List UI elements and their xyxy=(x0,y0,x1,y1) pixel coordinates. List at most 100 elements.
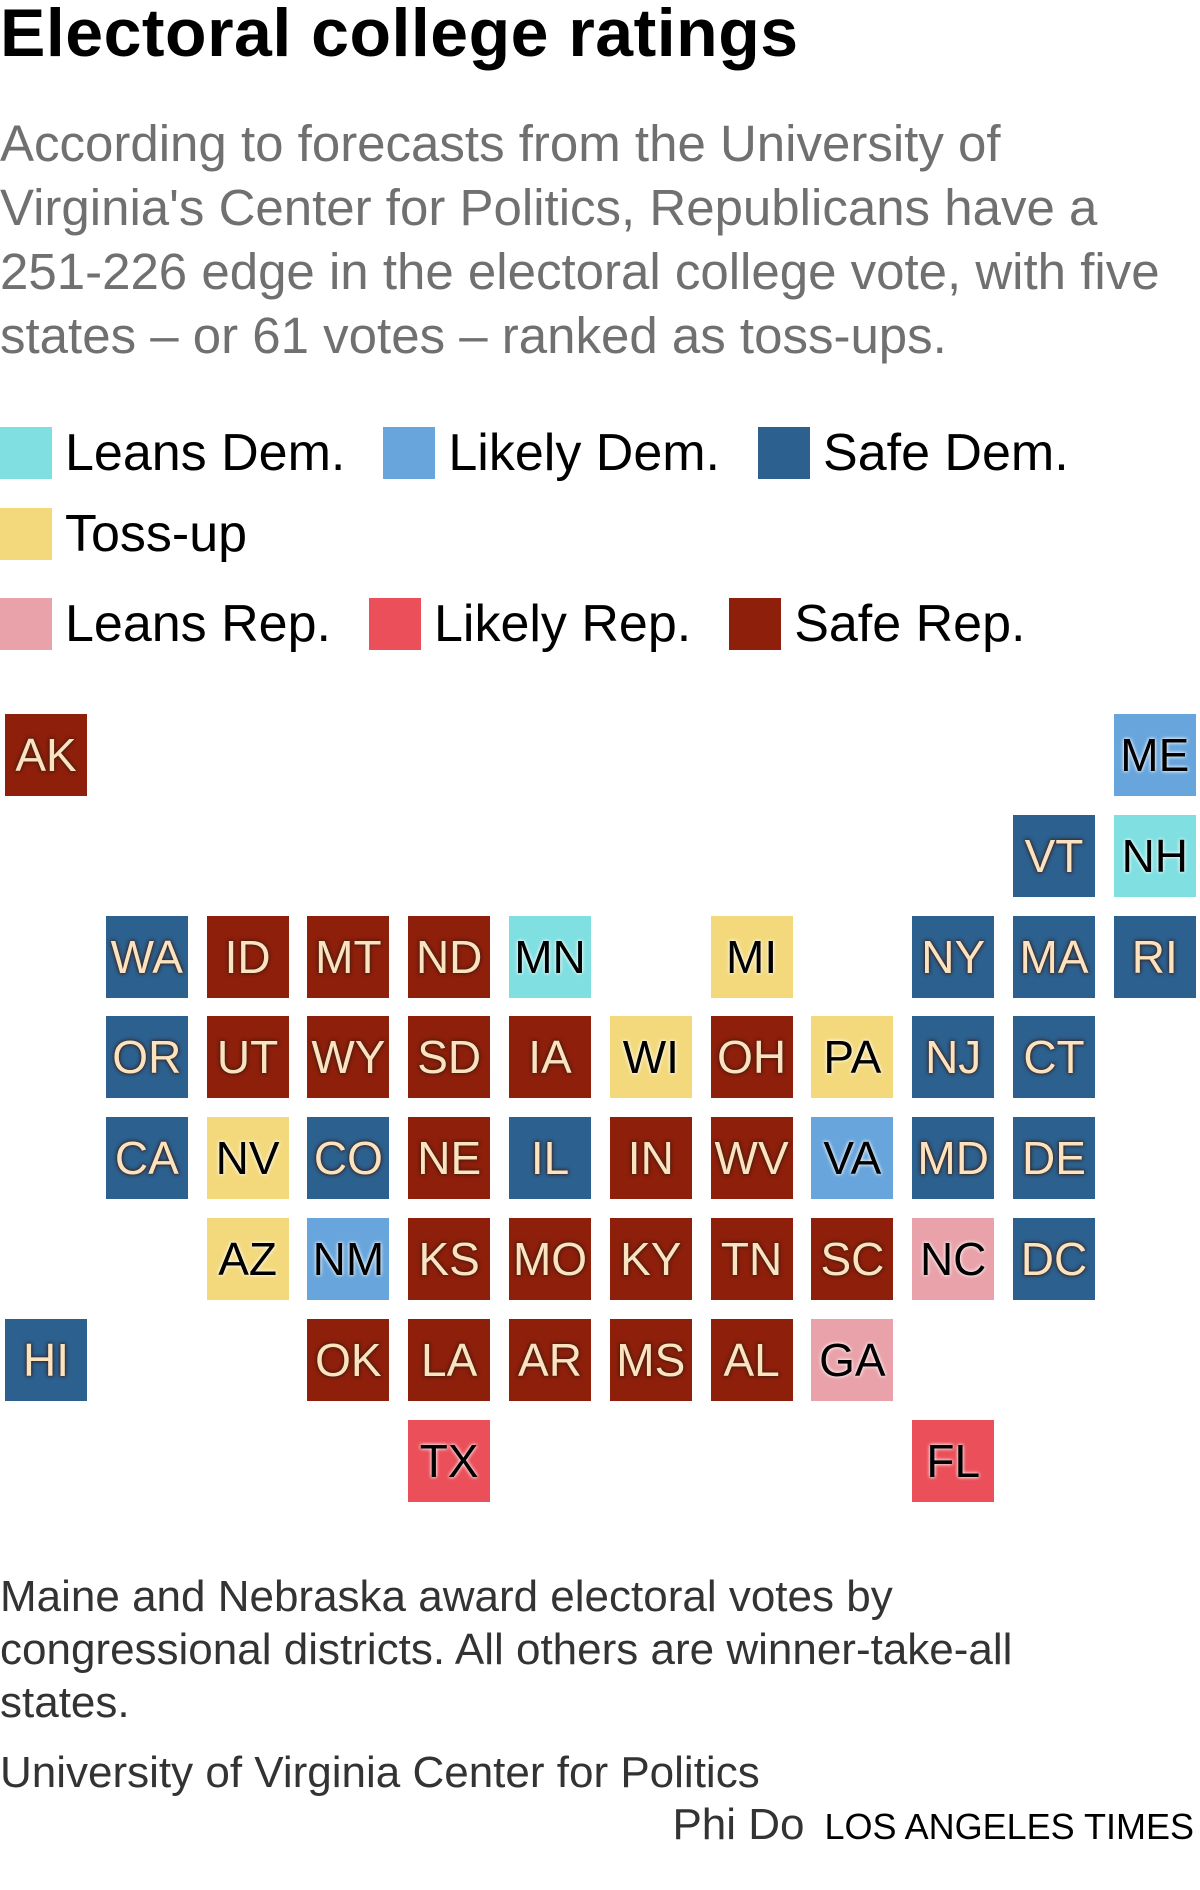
legend-item-likely-dem: Likely Dem. xyxy=(383,423,720,483)
state-tile-wa: WA xyxy=(105,915,188,998)
state-label: CT xyxy=(1023,1031,1085,1084)
state-tile-hi: HI xyxy=(5,1318,87,1401)
state-label: WA xyxy=(110,930,183,983)
state-label: OR xyxy=(112,1031,182,1084)
state-label: ID xyxy=(224,930,271,983)
legend-label: Leans Dem. xyxy=(65,424,346,482)
state-tile-nd: ND xyxy=(408,915,491,998)
state-tile-nv: NV xyxy=(206,1117,289,1200)
state-tile-ca: CA xyxy=(105,1117,188,1200)
state-tile-ia: IA xyxy=(509,1016,591,1099)
state-tile-nc: NC xyxy=(912,1218,995,1300)
state-label: AZ xyxy=(218,1233,277,1285)
legend-swatch xyxy=(0,508,52,560)
state-label: GA xyxy=(819,1333,886,1386)
state-label: NM xyxy=(312,1233,385,1285)
state-label: NV xyxy=(215,1132,280,1185)
state-tile-wi: WI xyxy=(609,1016,692,1099)
state-label: VA xyxy=(823,1132,882,1185)
state-label: TX xyxy=(419,1434,479,1487)
legend-item-leans-rep: Leans Rep. xyxy=(0,594,331,654)
legend-label: Toss-up xyxy=(65,505,248,563)
state-tile-tn: TN xyxy=(710,1218,793,1300)
state-tile-dc: DC xyxy=(1013,1218,1095,1300)
state-label: IA xyxy=(528,1031,572,1084)
state-tile-co: CO xyxy=(307,1117,390,1200)
state-tile-ks: KS xyxy=(408,1218,491,1300)
state-label: VT xyxy=(1024,829,1084,882)
state-tile-ne: NE xyxy=(408,1117,491,1200)
state-label: MS xyxy=(616,1333,686,1386)
state-label: MT xyxy=(315,930,382,983)
state-label: OH xyxy=(717,1031,787,1084)
state-label: NJ xyxy=(925,1031,982,1084)
state-label: WY xyxy=(311,1031,386,1084)
state-tile-va: VA xyxy=(811,1117,894,1200)
state-label: FL xyxy=(926,1434,981,1487)
state-label: TN xyxy=(720,1233,783,1285)
state-label: IL xyxy=(530,1132,570,1185)
state-tile-vt: VT xyxy=(1013,814,1095,897)
legend-swatch xyxy=(368,598,421,650)
state-label: ND xyxy=(415,930,483,983)
state-tile-ak: AK xyxy=(5,714,87,796)
state-tile-me: ME xyxy=(1113,714,1196,796)
state-tile-wy: WY xyxy=(307,1016,390,1099)
state-label: AL xyxy=(723,1333,780,1386)
state-label: NH xyxy=(1121,829,1189,882)
byline: Phi Do xyxy=(672,1800,805,1849)
legend-label: Likely Rep. xyxy=(433,595,692,653)
state-label: LA xyxy=(421,1333,478,1386)
state-tile-ok: OK xyxy=(307,1318,390,1401)
state-tile-ky: KY xyxy=(609,1218,692,1300)
state-label: MN xyxy=(514,930,586,983)
state-tile-ut: UT xyxy=(206,1016,289,1099)
state-tile-ma: MA xyxy=(1013,915,1095,998)
state-tile-ct: CT xyxy=(1013,1016,1095,1099)
state-label: MO xyxy=(512,1233,588,1285)
state-label: DC xyxy=(1020,1233,1088,1285)
state-tile-il: IL xyxy=(509,1117,591,1200)
state-label: MI xyxy=(726,930,778,983)
legend-swatch xyxy=(383,427,436,479)
state-tile-ms: MS xyxy=(609,1318,692,1401)
state-tile-wv: WV xyxy=(710,1117,793,1200)
state-label: IN xyxy=(627,1132,674,1185)
state-tile-de: DE xyxy=(1013,1117,1095,1200)
legend-item-leans-dem: Leans Dem. xyxy=(0,423,345,483)
source: University of Virginia Center for Politi… xyxy=(0,1748,760,1797)
credit: Phi Do LOS ANGELES TIMES xyxy=(672,1800,1194,1850)
state-label: AR xyxy=(518,1333,582,1386)
state-label: MA xyxy=(1019,930,1089,983)
state-tile-in: IN xyxy=(609,1117,692,1200)
state-tile-ar: AR xyxy=(509,1318,591,1401)
state-label: SD xyxy=(417,1031,482,1084)
state-tile-mn: MN xyxy=(509,915,591,998)
state-tile-oh: OH xyxy=(710,1016,793,1099)
publisher-logo: LOS ANGELES TIMES xyxy=(824,1806,1194,1847)
state-tile-id: ID xyxy=(206,915,289,998)
state-label: NY xyxy=(921,930,986,983)
legend-item-safe-rep: Safe Rep. xyxy=(729,594,1025,654)
state-tile-nj: NJ xyxy=(912,1016,995,1099)
footnote: Maine and Nebraska award electoral votes… xyxy=(0,1572,1013,1727)
state-label: PA xyxy=(823,1031,882,1084)
state-tile-mo: MO xyxy=(509,1218,591,1300)
state-label: CO xyxy=(313,1132,383,1185)
state-label: KY xyxy=(620,1233,682,1285)
state-tile-md: MD xyxy=(912,1117,995,1200)
state-label: AK xyxy=(15,729,77,781)
state-tile-tx: TX xyxy=(408,1419,491,1502)
state-tile-la: LA xyxy=(408,1318,491,1401)
legend-row-tossup: Toss-up xyxy=(0,504,285,564)
state-label: WI xyxy=(622,1031,679,1084)
state-tile-ga: GA xyxy=(811,1318,894,1401)
legend-label: Safe Dem. xyxy=(823,424,1069,482)
state-tile-al: AL xyxy=(710,1318,793,1401)
legend-swatch xyxy=(758,427,811,479)
state-label: CA xyxy=(114,1132,179,1185)
state-tile-sc: SC xyxy=(811,1218,894,1300)
state-label: UT xyxy=(216,1031,279,1084)
state-tile-fl: FL xyxy=(912,1419,995,1502)
legend-label: Likely Dem. xyxy=(448,424,721,482)
